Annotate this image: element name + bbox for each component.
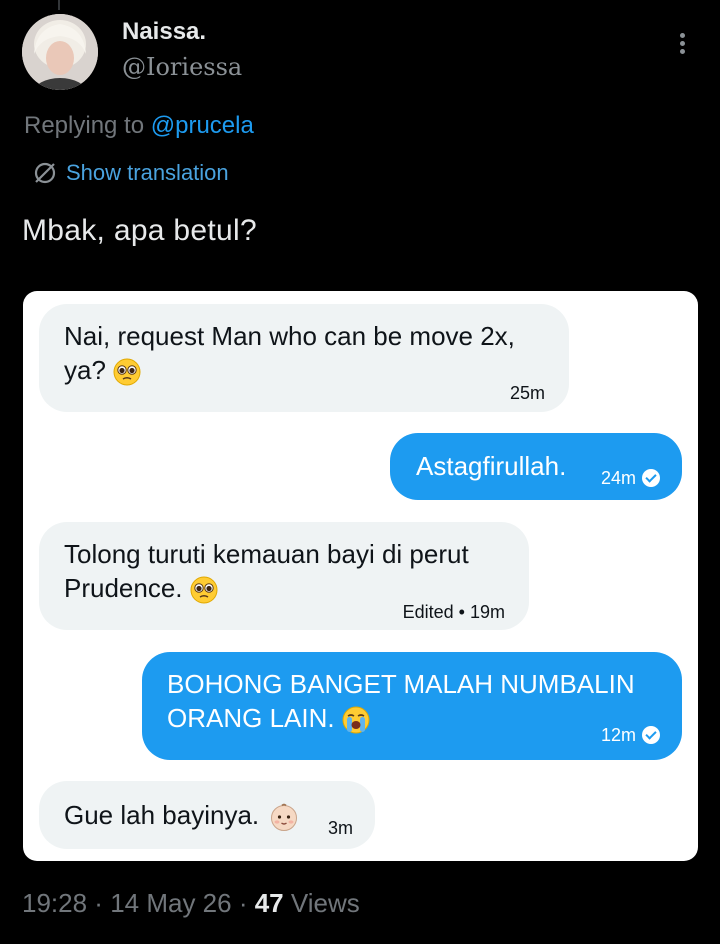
pleading-face-emoji <box>190 576 218 604</box>
thread-connector-line <box>58 0 60 10</box>
chat-bubble-outgoing: BOHONG BANGET MALAH NUMBALIN ORANG LAIN.… <box>142 652 682 760</box>
show-translation-button[interactable]: Show translation <box>32 160 229 186</box>
chat-bubble-outgoing: Astagfirullah. 24m <box>390 433 682 500</box>
message-timestamp: Edited • 19m <box>402 602 505 622</box>
meta-separator: · <box>231 888 255 918</box>
message-text: Nai, request Man who can be move 2x, ya? <box>64 319 515 387</box>
message-meta: 12m <box>601 718 660 752</box>
more-dot <box>679 41 685 46</box>
views-label: Views <box>283 888 360 918</box>
message-timestamp: 12m <box>600 725 636 745</box>
show-translation-label: Show translation <box>66 160 229 185</box>
message-timestamp: 3m <box>327 818 353 838</box>
message-line: BOHONG BANGET MALAH NUMBALIN <box>167 669 635 699</box>
message-line: ORANG LAIN. <box>167 703 335 733</box>
chat-screenshot-image[interactable]: Nai, request Man who can be move 2x, ya?… <box>23 291 698 861</box>
avatar[interactable] <box>22 14 98 90</box>
message-line: Gue lah bayinya. <box>64 800 260 830</box>
message-meta: 24m <box>601 461 660 495</box>
pleading-face-emoji <box>113 358 141 386</box>
tweet-date[interactable]: 14 May 26 <box>110 888 231 918</box>
replying-to-line: Replying to @prucela <box>24 112 254 140</box>
tweet-meta: 19:28 · 14 May 26 · 47 Views <box>22 888 360 919</box>
check-circle-icon <box>642 726 660 744</box>
message-text: BOHONG BANGET MALAH NUMBALIN ORANG LAIN. <box>167 667 635 735</box>
reply-mention-link[interactable]: @prucela <box>151 112 254 139</box>
loudly-crying-face-emoji <box>342 706 370 734</box>
meta-separator: · <box>87 888 111 918</box>
author-handle[interactable]: @Ioriessa <box>122 53 242 81</box>
message-line: Tolong turuti kemauan bayi di perut <box>64 539 469 569</box>
message-line-with-emoji: ya? <box>64 353 515 387</box>
more-options-button[interactable] <box>672 30 692 62</box>
message-timestamp: 25m <box>509 383 545 403</box>
message-line: Prudence. <box>64 573 183 603</box>
message-text: Gue lah bayinya. <box>64 798 299 832</box>
more-dot <box>679 49 685 54</box>
message-line: Nai, request Man who can be move 2x, <box>64 321 515 351</box>
replying-prefix: Replying to <box>24 112 151 139</box>
message-timestamp: 24m <box>600 468 636 488</box>
profile-photo <box>22 14 98 90</box>
chat-bubble-incoming: Tolong turuti kemauan bayi di perut Prud… <box>39 522 529 630</box>
baby-face-emoji <box>271 803 298 832</box>
views-count[interactable]: 47 <box>255 888 284 918</box>
chat-bubble-incoming: Gue lah bayinya. 3m <box>39 781 375 849</box>
check-circle-icon <box>642 469 660 487</box>
message-line-with-emoji: ORANG LAIN. <box>167 701 635 735</box>
more-vertical-icon <box>679 33 685 38</box>
globe-slash-icon <box>34 162 56 184</box>
tweet-text: Mbak, apa betul? <box>22 214 257 247</box>
chat-bubble-incoming: Nai, request Man who can be move 2x, ya?… <box>39 304 569 412</box>
message-text: Astagfirullah. <box>416 451 567 481</box>
message-line: ya? <box>64 355 106 385</box>
tweet-time[interactable]: 19:28 <box>22 888 87 918</box>
author-display-name[interactable]: Naissa. <box>122 18 206 46</box>
